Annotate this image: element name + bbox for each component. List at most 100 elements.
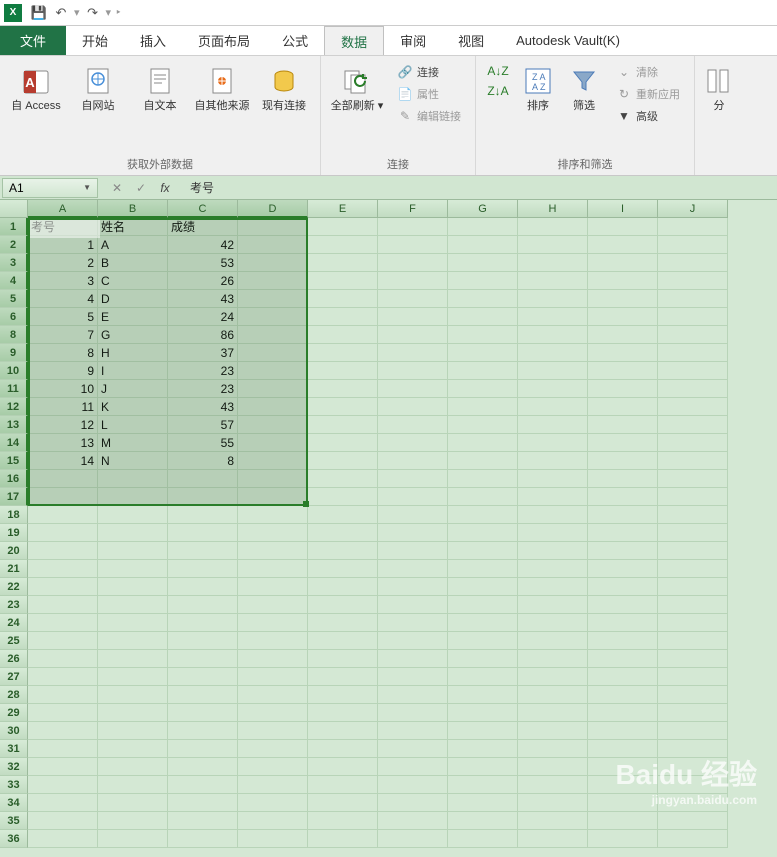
row-header-12[interactable]: 12 <box>0 398 28 416</box>
cell-G18[interactable] <box>448 506 518 524</box>
cell-H9[interactable] <box>518 344 588 362</box>
cell-J8[interactable] <box>658 326 728 344</box>
cell-E5[interactable] <box>308 290 378 308</box>
cell-D18[interactable] <box>238 506 308 524</box>
cell-F11[interactable] <box>378 380 448 398</box>
cell-B2[interactable]: A <box>98 236 168 254</box>
row-header-18[interactable]: 18 <box>0 506 28 524</box>
cell-G27[interactable] <box>448 668 518 686</box>
row-header-6[interactable]: 6 <box>0 308 28 326</box>
cell-I9[interactable] <box>588 344 658 362</box>
cell-B13[interactable]: L <box>98 416 168 434</box>
cell-F15[interactable] <box>378 452 448 470</box>
cell-C26[interactable] <box>168 650 238 668</box>
cell-A11[interactable]: 10 <box>28 380 98 398</box>
tab-review[interactable]: 审阅 <box>384 26 442 55</box>
row-header-32[interactable]: 32 <box>0 758 28 776</box>
cell-E23[interactable] <box>308 596 378 614</box>
cell-E4[interactable] <box>308 272 378 290</box>
cell-B22[interactable] <box>98 578 168 596</box>
text-to-columns-button[interactable]: 分 <box>701 60 737 117</box>
sort-button[interactable]: Z AA Z 排序 <box>516 60 560 117</box>
cell-D22[interactable] <box>238 578 308 596</box>
column-header-J[interactable]: J <box>658 200 728 218</box>
cell-C2[interactable]: 42 <box>168 236 238 254</box>
cell-G15[interactable] <box>448 452 518 470</box>
row-header-33[interactable]: 33 <box>0 776 28 794</box>
row-header-25[interactable]: 25 <box>0 632 28 650</box>
cell-A17[interactable] <box>28 488 98 506</box>
cell-H12[interactable] <box>518 398 588 416</box>
row-header-15[interactable]: 15 <box>0 452 28 470</box>
cell-I24[interactable] <box>588 614 658 632</box>
cell-C11[interactable]: 23 <box>168 380 238 398</box>
cell-A5[interactable]: 4 <box>28 290 98 308</box>
cell-E25[interactable] <box>308 632 378 650</box>
cell-E3[interactable] <box>308 254 378 272</box>
cell-D32[interactable] <box>238 758 308 776</box>
cell-C20[interactable] <box>168 542 238 560</box>
cell-H29[interactable] <box>518 704 588 722</box>
cell-F16[interactable] <box>378 470 448 488</box>
cell-F17[interactable] <box>378 488 448 506</box>
cell-F26[interactable] <box>378 650 448 668</box>
cell-H2[interactable] <box>518 236 588 254</box>
cell-I3[interactable] <box>588 254 658 272</box>
cell-A36[interactable] <box>28 830 98 848</box>
cell-D19[interactable] <box>238 524 308 542</box>
cell-A23[interactable] <box>28 596 98 614</box>
cell-H13[interactable] <box>518 416 588 434</box>
row-header-3[interactable]: 3 <box>0 254 28 272</box>
cell-G2[interactable] <box>448 236 518 254</box>
cell-F36[interactable] <box>378 830 448 848</box>
cell-E27[interactable] <box>308 668 378 686</box>
cell-F14[interactable] <box>378 434 448 452</box>
cell-B35[interactable] <box>98 812 168 830</box>
cell-C33[interactable] <box>168 776 238 794</box>
cell-F10[interactable] <box>378 362 448 380</box>
tab-formulas[interactable]: 公式 <box>266 26 324 55</box>
cell-D31[interactable] <box>238 740 308 758</box>
cell-G1[interactable] <box>448 218 518 236</box>
cell-J13[interactable] <box>658 416 728 434</box>
cell-D6[interactable] <box>238 308 308 326</box>
cell-C17[interactable] <box>168 488 238 506</box>
cell-A32[interactable] <box>28 758 98 776</box>
cell-A28[interactable] <box>28 686 98 704</box>
cell-J21[interactable] <box>658 560 728 578</box>
cell-B36[interactable] <box>98 830 168 848</box>
row-header-21[interactable]: 21 <box>0 560 28 578</box>
cell-F4[interactable] <box>378 272 448 290</box>
cell-I29[interactable] <box>588 704 658 722</box>
cell-F20[interactable] <box>378 542 448 560</box>
cell-G26[interactable] <box>448 650 518 668</box>
cell-H26[interactable] <box>518 650 588 668</box>
cell-C19[interactable] <box>168 524 238 542</box>
cell-H18[interactable] <box>518 506 588 524</box>
cell-G6[interactable] <box>448 308 518 326</box>
cell-E17[interactable] <box>308 488 378 506</box>
cell-J16[interactable] <box>658 470 728 488</box>
cell-A6[interactable]: 5 <box>28 308 98 326</box>
cell-F35[interactable] <box>378 812 448 830</box>
cell-A8[interactable]: 7 <box>28 326 98 344</box>
cell-F28[interactable] <box>378 686 448 704</box>
cell-H16[interactable] <box>518 470 588 488</box>
cell-C27[interactable] <box>168 668 238 686</box>
cell-F19[interactable] <box>378 524 448 542</box>
cell-H24[interactable] <box>518 614 588 632</box>
cell-G4[interactable] <box>448 272 518 290</box>
cell-A33[interactable] <box>28 776 98 794</box>
cell-G11[interactable] <box>448 380 518 398</box>
cell-H10[interactable] <box>518 362 588 380</box>
cell-J10[interactable] <box>658 362 728 380</box>
cell-D28[interactable] <box>238 686 308 704</box>
cell-C31[interactable] <box>168 740 238 758</box>
tab-autodesk-vault[interactable]: Autodesk Vault(K) <box>500 26 636 55</box>
cell-A12[interactable]: 11 <box>28 398 98 416</box>
cell-G3[interactable] <box>448 254 518 272</box>
row-header-26[interactable]: 26 <box>0 650 28 668</box>
cell-G29[interactable] <box>448 704 518 722</box>
cell-G24[interactable] <box>448 614 518 632</box>
cell-F13[interactable] <box>378 416 448 434</box>
